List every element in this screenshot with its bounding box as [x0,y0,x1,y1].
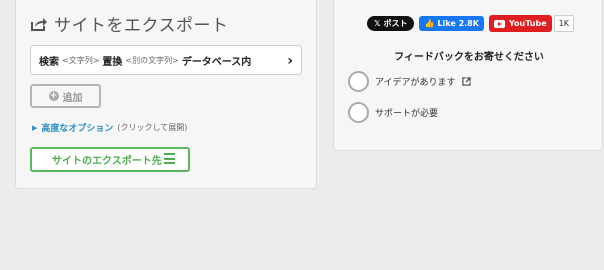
export-site-button-label: サイトのエクスポート先 [52,156,162,167]
add-button-label: 追加 [62,92,83,104]
feedback-option-label: サポートが必要 [375,109,439,119]
x-post-button[interactable]: 𝕏 ポスト [367,16,415,31]
external-link-icon [461,77,471,86]
share-export-icon [31,17,47,31]
facebook-like-label: Like 2.8K [437,19,479,28]
chevron-right-icon: › [287,53,293,69]
social-buttons: 𝕏 ポスト 👍 Like 2.8K YouTube 1K [367,15,574,32]
youtube-play-icon [493,19,505,28]
feedback-title: フィードバックをお寄せください [394,52,544,63]
search-replace-row[interactable]: 検索 <文字列> 置換 <別の文字列> データベース内 › [30,45,302,75]
replace-keyword: 置換 [102,56,123,68]
thumbs-up-icon: 👍 [424,19,435,28]
hamburger-menu-icon [164,153,175,164]
x-post-label: ポスト [383,19,408,28]
plus-circle-icon: + [48,91,59,101]
feedback-option-idea[interactable]: アイデアがあります [348,71,471,92]
add-button[interactable]: + 追加 [30,84,101,108]
triangle-right-icon: ▶ [32,123,38,132]
replace-placeholder: <別の文字列> [125,55,179,65]
advanced-options-toggle[interactable]: ▶ 高度なオプション (クリックして展開) [32,121,187,134]
feedback-option-support[interactable]: サポートが必要 [348,102,438,123]
search-placeholder: <文字列> [62,55,100,65]
facebook-like-button[interactable]: 👍 Like 2.8K [419,16,484,31]
youtube-subscriber-count: 1K [553,15,574,32]
advanced-options-label: 高度なオプション [41,124,114,134]
youtube-button[interactable]: YouTube [488,15,552,32]
youtube-label: YouTube [508,19,547,28]
page-title: サイトをエクスポート [54,16,229,36]
x-logo-icon: 𝕏 [374,19,381,28]
export-panel: サイトをエクスポート 検索 <文字列> 置換 <別の文字列> データベース内 ›… [15,0,317,189]
database-label: データベース内 [181,56,252,68]
export-heading: サイトをエクスポート [30,11,229,36]
advanced-options-hint: (クリックして展開) [117,123,188,132]
radio-circle[interactable] [348,71,369,92]
search-keyword: 検索 [39,56,59,68]
feedback-panel: 𝕏 ポスト 👍 Like 2.8K YouTube 1K フィードバックをお寄せ… [333,0,603,151]
export-site-button[interactable]: サイトのエクスポート先 [30,147,190,172]
feedback-option-label: アイデアがあります [375,78,456,88]
radio-circle[interactable] [348,102,369,123]
